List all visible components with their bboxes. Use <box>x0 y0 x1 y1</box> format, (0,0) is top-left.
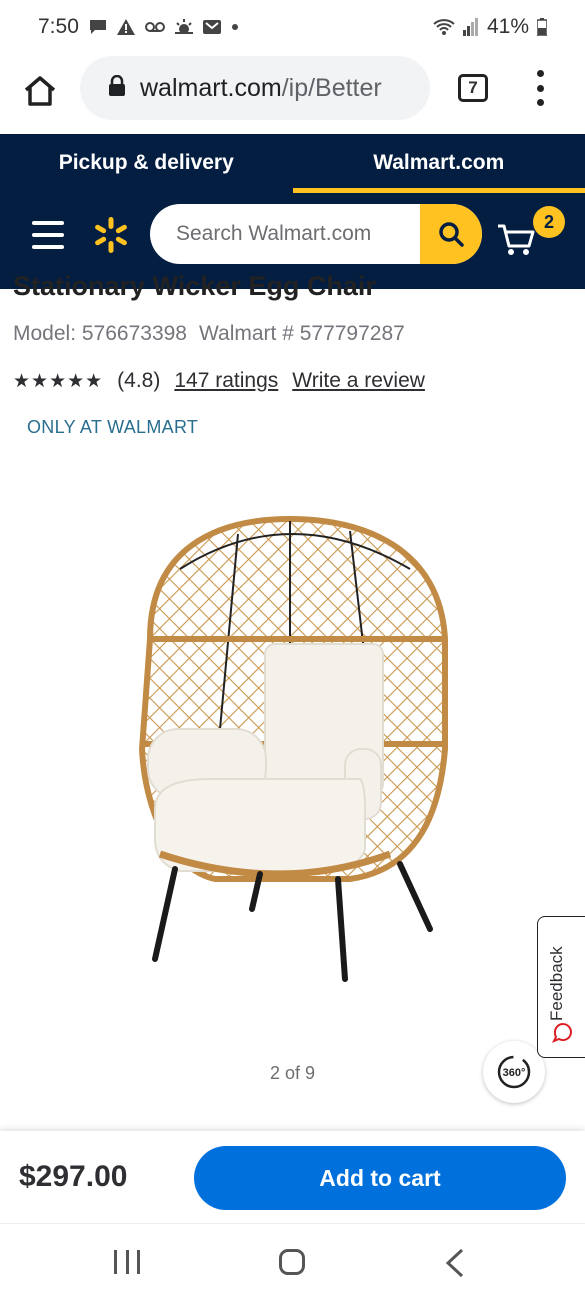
signal-icon <box>462 18 479 36</box>
add-to-cart-button[interactable]: Add to cart <box>194 1146 566 1210</box>
weather-icon <box>174 19 193 35</box>
status-time: 7:50 <box>38 15 79 38</box>
exclusive-badge: ONLY AT WALMART <box>27 417 199 437</box>
home-nav-icon[interactable] <box>279 1249 305 1275</box>
model-info: Model: 576673398 Walmart # 577797287 <box>13 322 405 346</box>
fulfillment-tabs: Pickup & delivery Walmart.com <box>0 134 585 193</box>
lock-icon <box>108 74 126 102</box>
write-review-link[interactable]: Write a review <box>292 369 425 393</box>
battery-icon <box>537 18 547 36</box>
rating-value: (4.8) <box>117 369 161 392</box>
browser-toolbar: walmart.com/ip/Better 7 <box>0 54 585 134</box>
product-content: Stationary Wicker Egg Chair Model: 57667… <box>0 271 585 1129</box>
recent-apps-icon[interactable] <box>114 1250 140 1274</box>
home-icon[interactable] <box>20 71 60 111</box>
menu-icon[interactable] <box>32 221 64 249</box>
tab-switcher-button[interactable]: 7 <box>458 74 488 102</box>
rotate-360-icon: 360° <box>497 1055 531 1089</box>
star-rating-icon: ★★★★★ <box>13 370 104 392</box>
product-image[interactable] <box>120 509 460 999</box>
search-icon[interactable] <box>420 204 482 264</box>
page: 7:50 41% walmart.com/ip/Better 7 Pickup … <box>0 0 585 1300</box>
search-input[interactable] <box>150 204 420 264</box>
url-domain: walmart.com <box>140 73 282 102</box>
ratings-link[interactable]: 147 ratings <box>174 369 278 393</box>
voicemail-icon <box>144 21 165 33</box>
mail-icon <box>202 20 221 34</box>
battery-percent: 41% <box>486 15 529 38</box>
status-bar: 7:50 41% <box>0 0 585 54</box>
site-header: Pickup & delivery Walmart.com Search Wal… <box>0 134 585 289</box>
search-box <box>150 204 482 264</box>
cart-icon[interactable] <box>496 218 536 258</box>
sticky-cart-bar: $297.00 Add to cart <box>0 1131 585 1223</box>
cart-count-badge[interactable]: 2 <box>533 206 565 238</box>
search-row: 2 <box>0 204 585 266</box>
message-icon <box>89 19 107 35</box>
more-menu-icon[interactable] <box>530 70 550 106</box>
tab-pickup-delivery[interactable]: Pickup & delivery <box>0 134 293 192</box>
price: $297.00 <box>19 1160 128 1193</box>
url-text: walmart.com/ip/Better <box>140 74 410 103</box>
product-title: Stationary Wicker Egg Chair <box>13 271 376 301</box>
view-360-button[interactable]: 360° <box>483 1041 545 1103</box>
warning-icon <box>116 19 135 35</box>
address-bar[interactable]: walmart.com/ip/Better <box>80 56 430 120</box>
dot-icon <box>231 23 239 31</box>
back-icon[interactable] <box>444 1248 466 1278</box>
wifi-icon <box>433 18 455 36</box>
url-path: /ip/Better <box>281 73 382 102</box>
rating-row: ★★★★★ (4.8) 147 ratings Write a review <box>13 369 425 393</box>
model-number: Model: 576673398 <box>13 322 187 345</box>
feedback-tab[interactable]: Feedback <box>537 916 585 1058</box>
feedback-label: Feedback <box>547 946 566 1021</box>
view-360-label: 360° <box>503 1067 526 1079</box>
walmart-number: Walmart # 577797287 <box>198 322 405 345</box>
walmart-spark-logo[interactable] <box>92 216 130 254</box>
tab-walmart-com[interactable]: Walmart.com <box>292 134 585 193</box>
android-navigation-bar <box>0 1223 585 1300</box>
